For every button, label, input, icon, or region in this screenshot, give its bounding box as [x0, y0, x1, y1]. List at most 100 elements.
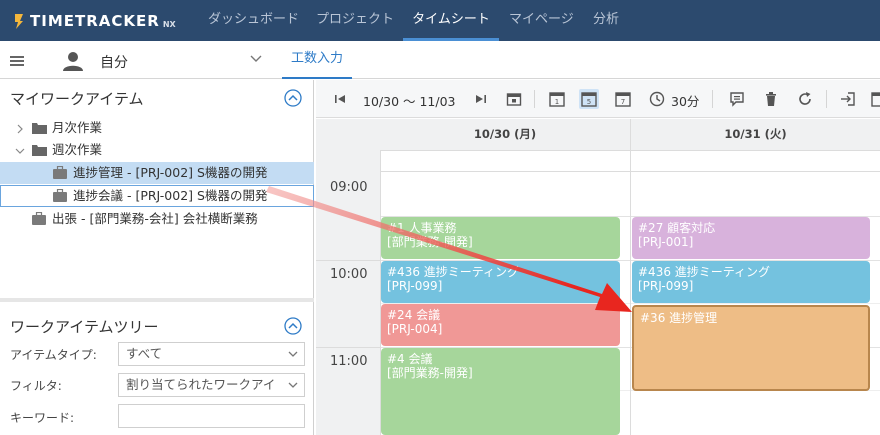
tree-item-business-trip[interactable]: 出張 - [部門業務-会社] 会社横断業務	[0, 208, 314, 230]
event-project: [PRJ-099]	[638, 279, 694, 293]
work-item-tree-title: ワークアイテムツリー	[10, 318, 159, 336]
panel-splitter[interactable]	[0, 298, 314, 302]
item-type-label: アイテムタイプ:	[10, 348, 97, 362]
nav-dashboard[interactable]: ダッシュボード	[208, 0, 299, 41]
folder-icon	[32, 123, 47, 134]
item-type-select[interactable]: すべて	[118, 342, 305, 366]
briefcase-icon	[53, 166, 67, 179]
top-navigation-bar: TIMETRACKER NX ダッシュボード プロジェクト タイムシート マイペ…	[0, 0, 880, 41]
tree-folder-label: 月次作業	[52, 120, 103, 135]
event-title: #1 人事業務	[387, 221, 457, 235]
nav-analysis[interactable]: 分析	[593, 0, 619, 41]
calendar-5-day-icon[interactable]: 5	[579, 89, 599, 109]
date-range-label[interactable]: 10/30 ～ 11/03	[363, 91, 456, 110]
item-type-value: すべて	[126, 346, 163, 361]
toolbar-separator	[826, 90, 827, 108]
tree-item-progress-management[interactable]: 進捗管理 - [PRJ-002] S機器の開発	[0, 162, 314, 184]
all-day-cell[interactable]	[380, 151, 630, 172]
calendar-day-number: 5	[587, 98, 591, 106]
left-panel: マイワークアイテム 月次作業 週次作業 進捗管理 - [PRJ-002] S機器…	[0, 80, 314, 435]
tab-time-entry[interactable]: 工数入力	[282, 41, 352, 79]
interval-label[interactable]: 30分	[671, 91, 699, 110]
event-project: [PRJ-099]	[387, 279, 443, 293]
time-entry-event[interactable]: #436 進捗ミーティング [PRJ-099]	[632, 261, 870, 303]
event-project: [部門業務-開発]	[387, 366, 473, 380]
calendar-export-icon[interactable]	[869, 89, 880, 109]
toolbar-separator	[534, 90, 535, 108]
filter-value: 割り当てられたワークアイ	[126, 377, 276, 392]
tree-folder-monthly[interactable]: 月次作業	[0, 117, 314, 139]
sub-header-bar: 自分 工数入力	[0, 41, 880, 79]
time-entry-event[interactable]: #27 顧客対応 [PRJ-001]	[632, 217, 870, 259]
briefcase-icon	[53, 189, 67, 202]
logo-mark-icon	[15, 14, 23, 29]
calendar-toolbar: 10/30 ～ 11/03 1 5 7 30分	[316, 80, 880, 118]
time-label: 11:00	[330, 354, 368, 369]
work-item-tree-header: ワークアイテムツリー	[0, 308, 314, 342]
all-day-cell[interactable]	[630, 151, 880, 172]
time-entry-event[interactable]: #436 進捗ミーティング [PRJ-099]	[381, 261, 620, 303]
time-entry-event[interactable]: #4 会議 [部門業務-開発]	[381, 348, 620, 435]
time-entry-event[interactable]: #24 会議 [PRJ-004]	[381, 304, 620, 346]
time-divider	[316, 347, 380, 348]
chevron-down-icon	[288, 382, 298, 388]
filter-label: フィルタ:	[10, 379, 62, 393]
tree-item-progress-meeting[interactable]: 進捗会議 - [PRJ-002] S機器の開発	[0, 185, 314, 207]
timesheet-calendar: 10/30 ～ 11/03 1 5 7 30分 10/30 (月) 10/31 …	[316, 80, 880, 435]
chevron-down-icon[interactable]	[15, 147, 25, 155]
chevron-down-icon	[288, 351, 298, 357]
event-title: #436 進捗ミーティング	[387, 265, 520, 279]
logo-text: TIMETRACKER	[30, 12, 160, 30]
filter-select[interactable]: 割り当てられたワークアイ	[118, 373, 305, 397]
event-project: [PRJ-001]	[638, 235, 694, 249]
calendar-today-icon[interactable]	[504, 89, 524, 109]
time-entry-event[interactable]: #1 人事業務 [部門業務-開発]	[381, 217, 620, 259]
day-column-line	[630, 172, 631, 435]
trash-icon[interactable]	[761, 89, 781, 109]
day-header: 10/31 (火)	[630, 119, 880, 151]
time-label: 10:00	[330, 267, 368, 282]
user-selector-label[interactable]: 自分	[100, 52, 128, 72]
import-icon[interactable]	[838, 89, 858, 109]
calendar-day-number: 1	[555, 98, 559, 106]
first-page-icon[interactable]	[330, 89, 350, 109]
event-title: #36 進捗管理	[640, 311, 718, 325]
event-project: [PRJ-004]	[387, 322, 443, 336]
event-title: #4 会議	[387, 352, 433, 366]
calendar-7-day-icon[interactable]: 7	[613, 89, 633, 109]
folder-icon	[32, 145, 47, 156]
day-header: 10/30 (月)	[380, 119, 630, 151]
collapse-up-icon[interactable]	[284, 89, 302, 107]
toolbar-separator	[712, 90, 713, 108]
event-title: #27 顧客対応	[638, 221, 716, 235]
my-work-items-header: マイワークアイテム	[0, 80, 314, 114]
event-title: #436 進捗ミーティング	[638, 265, 771, 279]
event-project: [部門業務-開発]	[387, 235, 473, 249]
keyword-label: キーワード:	[10, 411, 75, 425]
last-page-icon[interactable]	[471, 89, 491, 109]
tree-folder-weekly[interactable]: 週次作業	[0, 139, 314, 161]
menu-icon[interactable]	[10, 56, 24, 66]
app-logo[interactable]: TIMETRACKER NX	[12, 10, 176, 32]
tree-item-label: 進捗会議 - [PRJ-002] S機器の開発	[73, 188, 268, 203]
chevron-down-icon[interactable]	[250, 55, 262, 63]
comment-icon[interactable]	[727, 89, 747, 109]
collapse-up-icon[interactable]	[284, 317, 302, 335]
tree-item-label: 出張 - [部門業務-会社] 会社横断業務	[52, 211, 258, 226]
logo-suffix: NX	[162, 20, 176, 29]
tree-item-label: 進捗管理 - [PRJ-002] S機器の開発	[73, 165, 268, 180]
nav-timesheet[interactable]: タイムシート	[403, 0, 499, 41]
refresh-icon[interactable]	[795, 89, 815, 109]
clock-icon[interactable]	[647, 89, 667, 109]
event-title: #24 会議	[387, 308, 441, 322]
calendar-day-number: 7	[621, 98, 625, 106]
nav-mypage[interactable]: マイページ	[509, 0, 574, 41]
keyword-input[interactable]	[118, 404, 305, 428]
tree-folder-label: 週次作業	[52, 142, 103, 157]
user-icon	[63, 52, 83, 71]
calendar-1-day-icon[interactable]: 1	[547, 89, 567, 109]
dropped-time-entry-event[interactable]: #36 進捗管理	[632, 305, 870, 391]
time-divider	[316, 260, 380, 261]
chevron-right-icon[interactable]	[16, 124, 24, 134]
nav-projects[interactable]: プロジェクト	[316, 0, 394, 41]
